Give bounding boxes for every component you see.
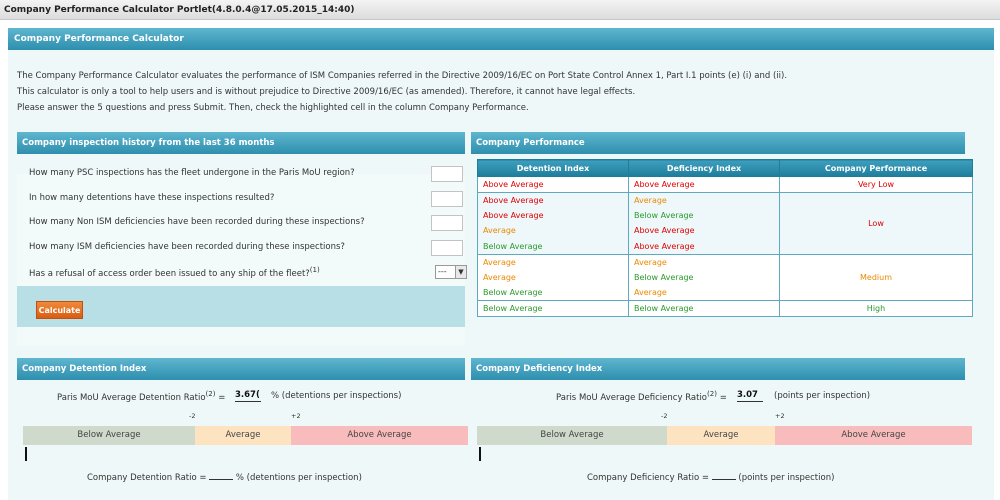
intro-line-1: The Company Performance Calculator evalu… — [17, 71, 788, 81]
chevron-down-icon[interactable]: ▼ — [455, 266, 466, 278]
psc-inspections-input[interactable] — [431, 166, 463, 182]
company-performance-table: Detention Index Deficiency Index Company… — [477, 159, 973, 317]
company-deficiency-value — [711, 470, 736, 480]
col-company-performance: Company Performance — [779, 159, 973, 177]
detention-ratio-label: Paris MoU Average Detention Ratio(2) = — [57, 389, 225, 403]
deficiency-cell: Average — [628, 191, 780, 208]
portlet-title: Company Performance Calculator Portlet(4… — [0, 0, 1000, 20]
deficiency-cell: Above Average — [628, 223, 780, 239]
detention-cell: Above Average — [477, 207, 629, 223]
detention-tick-plus: +2 — [291, 412, 301, 420]
refusal-of-access-select[interactable]: --- ▼ — [435, 265, 467, 279]
deficiency-marker — [479, 447, 481, 461]
company-performance-header: Company Performance — [471, 132, 965, 154]
intro-line-2: This calculator is only a tool to help u… — [17, 87, 636, 97]
question-refusal-of-access: Has a refusal of access order been issue… — [29, 265, 320, 279]
detention-ratio-value: 3.67( — [235, 390, 261, 402]
deficiency-tick-minus: -2 — [661, 412, 668, 420]
deficiency-tick-plus: +2 — [775, 412, 785, 420]
detention-cell: Average — [477, 269, 629, 285]
company-deficiency-ratio: Company Deficiency Ratio = (points per i… — [587, 470, 834, 483]
company-deficiency-unit: (points per inspection) — [738, 473, 835, 483]
performance-low: Low — [779, 191, 973, 254]
col-detention-index: Detention Index — [477, 159, 629, 177]
deficiency-cell: Above Average — [628, 176, 780, 192]
footnote-2: (2) — [205, 389, 216, 398]
performance-high: High — [779, 300, 973, 317]
calculator-header: Company Performance Calculator — [8, 28, 994, 50]
detention-cell: Above Average — [477, 191, 629, 208]
calculate-area: Calculate — [17, 286, 465, 327]
deficiency-cell: Average — [628, 253, 780, 270]
deficiency-band-average: Average — [667, 426, 775, 445]
detention-cell: Average — [477, 253, 629, 270]
deficiency-ratio-value: 3.07 — [737, 389, 763, 402]
footnote-2: (2) — [707, 389, 718, 398]
deficiency-ratio-text: Paris MoU Average Deficiency Ratio — [556, 392, 708, 403]
question-psc-inspections: How many PSC inspections has the fleet u… — [29, 168, 355, 178]
ism-deficiencies-input[interactable] — [431, 240, 463, 256]
table-row: Average Average Medium — [477, 253, 973, 301]
table-row: Below Average Below Average High — [477, 300, 973, 317]
detention-eq: = — [218, 392, 226, 403]
detention-band-below: Below Average — [23, 426, 195, 445]
detention-ratio-unit: % (detentions per inspections) — [271, 391, 402, 401]
detention-tick-minus: -2 — [189, 412, 196, 420]
deficiency-cell: Below Average — [628, 207, 780, 223]
company-detention-label: Company Detention Ratio = — [87, 473, 207, 483]
question-detentions: In how many detentions have these inspec… — [29, 193, 275, 203]
detention-cell: Below Average — [477, 285, 629, 301]
detention-cell: Average — [477, 223, 629, 239]
company-detention-value — [209, 470, 234, 480]
question-refusal-text: Has a refusal of access order been issue… — [29, 268, 310, 279]
question-non-ism-deficiencies: How many Non ISM deficiencies have been … — [29, 217, 365, 227]
detention-cell: Above Average — [477, 176, 629, 192]
detention-band-average: Average — [195, 426, 291, 445]
portlet-content: Company Performance Calculator The Compa… — [0, 20, 1000, 500]
col-deficiency-index: Deficiency Index — [628, 159, 780, 177]
table-row: Above Average Above Average Very Low — [477, 176, 973, 192]
deficiency-ratio-unit: (points per inspection) — [774, 391, 871, 401]
deficiency-cell: Above Average — [628, 238, 780, 254]
company-detention-ratio: Company Detention Ratio = % (detentions … — [87, 470, 362, 483]
detentions-input[interactable] — [431, 191, 463, 207]
performance-very-low: Very Low — [779, 176, 973, 192]
intro-line-3: Please answer the 5 questions and press … — [17, 103, 529, 113]
detention-marker — [25, 447, 27, 461]
calculate-button[interactable]: Calculate — [36, 301, 83, 319]
company-detention-unit: % (detentions per inspection) — [235, 473, 362, 483]
deficiency-cell: Below Average — [628, 269, 780, 285]
detention-band-above: Above Average — [291, 426, 468, 445]
question-ism-deficiencies: How many ISM deficiencies have been reco… — [29, 242, 345, 252]
deficiency-band-above: Above Average — [775, 426, 972, 445]
table-row: Above Average Average Low — [477, 191, 973, 254]
intro-text: The Company Performance Calculator evalu… — [17, 68, 977, 116]
non-ism-deficiencies-input[interactable] — [431, 215, 463, 231]
company-deficiency-label: Company Deficiency Ratio = — [587, 473, 709, 483]
detention-ratio-text: Paris MoU Average Detention Ratio — [57, 392, 206, 403]
deficiency-index-header: Company Deficiency Index — [471, 358, 965, 380]
refusal-select-value: --- — [438, 267, 447, 276]
footnote-1: (1) — [309, 265, 320, 274]
deficiency-cell: Below Average — [628, 300, 780, 317]
deficiency-band-below: Below Average — [477, 426, 667, 445]
deficiency-eq: = — [719, 392, 727, 403]
deficiency-ratio-label: Paris MoU Average Deficiency Ratio(2) = — [556, 389, 727, 403]
detention-cell: Below Average — [477, 238, 629, 254]
detention-index-header: Company Detention Index — [17, 358, 465, 380]
deficiency-cell: Average — [628, 285, 780, 301]
performance-medium: Medium — [779, 253, 973, 301]
detention-cell: Below Average — [477, 300, 629, 317]
inspection-history-header: Company inspection history from the last… — [17, 132, 465, 154]
